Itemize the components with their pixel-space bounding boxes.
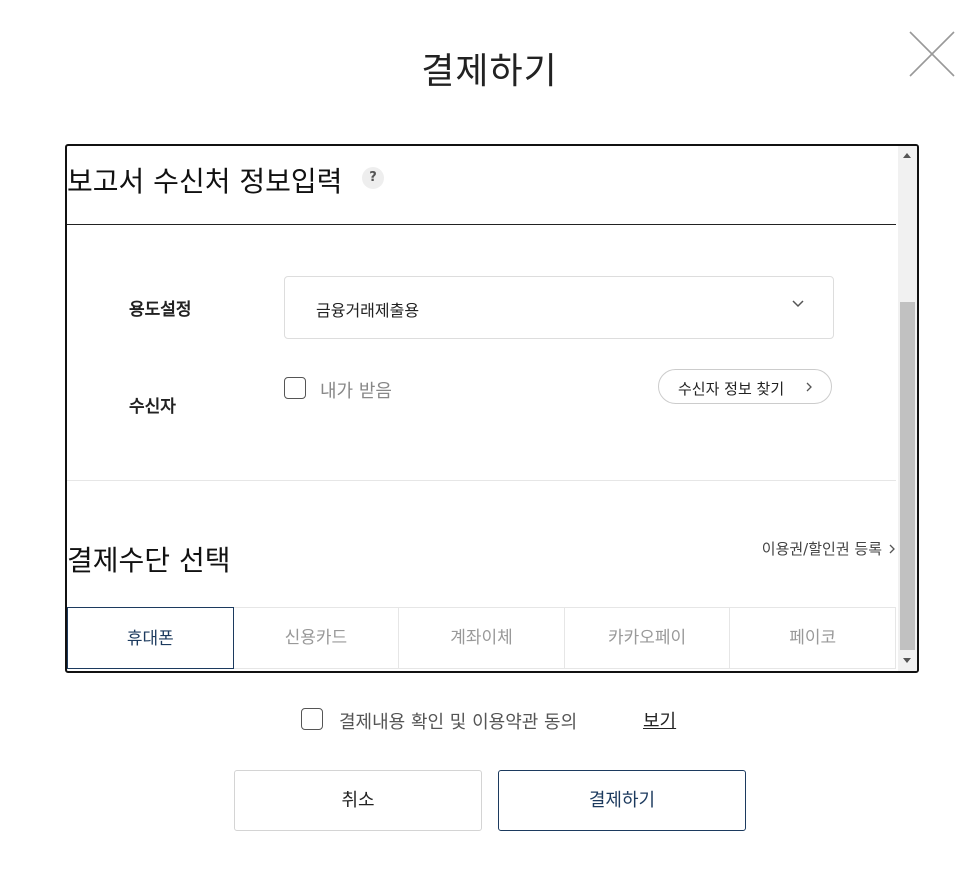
purpose-select[interactable]: 금융거래제출용 bbox=[284, 276, 834, 339]
voucher-register-label: 이용권/할인권 등록 bbox=[761, 540, 882, 558]
purpose-label: 용도설정 bbox=[129, 300, 192, 320]
scroll-down-arrow-icon[interactable] bbox=[903, 658, 911, 663]
chevron-down-icon bbox=[792, 300, 804, 308]
chevron-right-icon bbox=[806, 382, 812, 392]
scroll-up-arrow-icon[interactable] bbox=[903, 153, 911, 158]
agreement-checkbox[interactable] bbox=[301, 708, 323, 730]
purpose-select-value: 금융거래제출용 bbox=[316, 301, 420, 320]
payment-method-tabs: 휴대폰 신용카드 계좌이체 카카오페이 페이코 bbox=[67, 607, 896, 669]
terms-view-link[interactable]: 보기 bbox=[643, 707, 676, 733]
close-icon[interactable] bbox=[906, 28, 958, 80]
section-divider-light bbox=[67, 480, 896, 481]
self-receive-checkbox[interactable] bbox=[284, 377, 306, 399]
find-recipient-button[interactable]: 수신자 정보 찾기 bbox=[658, 369, 832, 404]
scroll-content: 보고서 수신처 정보입력 ? 용도설정 금융거래제출용 수신자 내가 받음 수신… bbox=[67, 146, 896, 671]
self-receive-label: 내가 받음 bbox=[320, 381, 392, 402]
tab-credit-card[interactable]: 신용카드 bbox=[234, 608, 400, 668]
scrollbar-thumb[interactable] bbox=[900, 302, 915, 650]
payment-section-title: 결제수단 선택 bbox=[67, 544, 231, 577]
modal-title: 결제하기 bbox=[421, 51, 558, 92]
recipient-label: 수신자 bbox=[129, 397, 176, 417]
chevron-right-icon bbox=[889, 544, 895, 554]
tab-bank-transfer[interactable]: 계좌이체 bbox=[399, 608, 565, 668]
cancel-button[interactable]: 취소 bbox=[234, 770, 482, 831]
tab-kakaopay[interactable]: 카카오페이 bbox=[565, 608, 731, 668]
tab-mobile[interactable]: 휴대폰 bbox=[67, 607, 234, 669]
voucher-register-link[interactable]: 이용권/할인권 등록 bbox=[762, 538, 896, 559]
scrollbar[interactable] bbox=[898, 146, 917, 671]
help-icon[interactable]: ? bbox=[362, 167, 384, 189]
find-recipient-button-label: 수신자 정보 찾기 bbox=[678, 380, 785, 398]
scroll-frame: 보고서 수신처 정보입력 ? 용도설정 금융거래제출용 수신자 내가 받음 수신… bbox=[65, 144, 919, 673]
agreement-label: 결제내용 확인 및 이용약관 동의 bbox=[339, 712, 578, 733]
pay-button[interactable]: 결제하기 bbox=[498, 770, 746, 831]
recipient-section-title: 보고서 수신처 정보입력 bbox=[67, 165, 343, 198]
section-divider bbox=[67, 224, 896, 225]
tab-payco[interactable]: 페이코 bbox=[730, 608, 895, 668]
